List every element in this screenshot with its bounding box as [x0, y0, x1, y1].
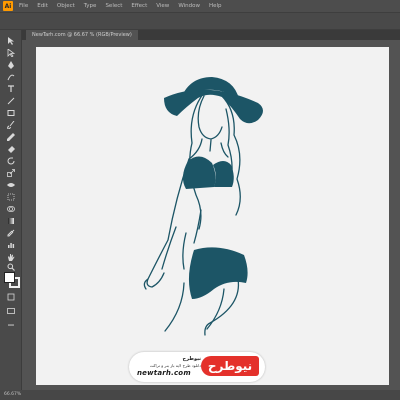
app-logo: Ai [3, 1, 13, 11]
shape-builder-tool-icon[interactable] [6, 204, 16, 214]
gradient-tool-icon[interactable] [6, 216, 16, 226]
rectangle-tool-icon[interactable] [6, 108, 16, 118]
watermark-subtitle: دانلود طرح لایه باز بنر و تراکت [149, 363, 201, 368]
drawing-mode-icon[interactable] [6, 292, 16, 302]
zoom-tool-icon[interactable] [6, 262, 16, 272]
type-tool-icon[interactable] [6, 84, 16, 94]
pencil-tool-icon[interactable] [6, 132, 16, 142]
graph-tool-icon[interactable] [6, 240, 16, 250]
menu-effect[interactable]: Effect [131, 0, 147, 12]
tools-panel [0, 30, 22, 390]
watermark-url: newtarh.com [137, 369, 191, 377]
paintbrush-tool-icon[interactable] [6, 120, 16, 130]
watermark-badge: نیوطرح دانلود طرح لایه باز بنر و تراکت n… [129, 352, 265, 382]
menu-window[interactable]: Window [178, 0, 200, 12]
pen-tool-icon[interactable] [6, 60, 16, 70]
curvature-tool-icon[interactable] [6, 72, 16, 82]
status-bar: 66.67% [0, 390, 400, 400]
more-tools-icon[interactable] [6, 320, 16, 330]
menu-type[interactable]: Type [84, 0, 97, 12]
menu-file[interactable]: File [19, 0, 28, 12]
watermark-logo: نیوطرح [201, 356, 259, 376]
woman-illustration[interactable] [36, 47, 389, 385]
rotate-tool-icon[interactable] [6, 156, 16, 166]
scale-tool-icon[interactable] [6, 168, 16, 178]
eraser-tool-icon[interactable] [6, 144, 16, 154]
width-tool-icon[interactable] [6, 180, 16, 190]
control-bar [0, 12, 400, 30]
menu-help[interactable]: Help [209, 0, 222, 12]
artboard[interactable] [36, 47, 389, 385]
hand-tool-icon[interactable] [6, 252, 16, 262]
free-transform-tool-icon[interactable] [6, 192, 16, 202]
document-tab-bar: NewTarh.com @ 66.67 % (RGB/Preview) [22, 30, 400, 40]
menu-edit[interactable]: Edit [37, 0, 48, 12]
document-tab[interactable]: NewTarh.com @ 66.67 % (RGB/Preview) [26, 30, 138, 40]
menu-view[interactable]: View [156, 0, 169, 12]
watermark-title: نیوطرح [182, 356, 201, 362]
direct-selection-tool-icon[interactable] [6, 48, 16, 58]
title-bar: Ai File Edit Object Type Select Effect V… [0, 0, 400, 12]
selection-tool-icon[interactable] [6, 36, 16, 46]
screen-mode-icon[interactable] [6, 306, 16, 316]
menu-select[interactable]: Select [105, 0, 122, 12]
fill-color-swatch[interactable] [4, 272, 15, 283]
zoom-level[interactable]: 66.67% [4, 390, 21, 400]
menu-bar: File Edit Object Type Select Effect View… [19, 0, 231, 12]
line-tool-icon[interactable] [6, 96, 16, 106]
eyedropper-tool-icon[interactable] [6, 228, 16, 238]
menu-object[interactable]: Object [57, 0, 75, 12]
